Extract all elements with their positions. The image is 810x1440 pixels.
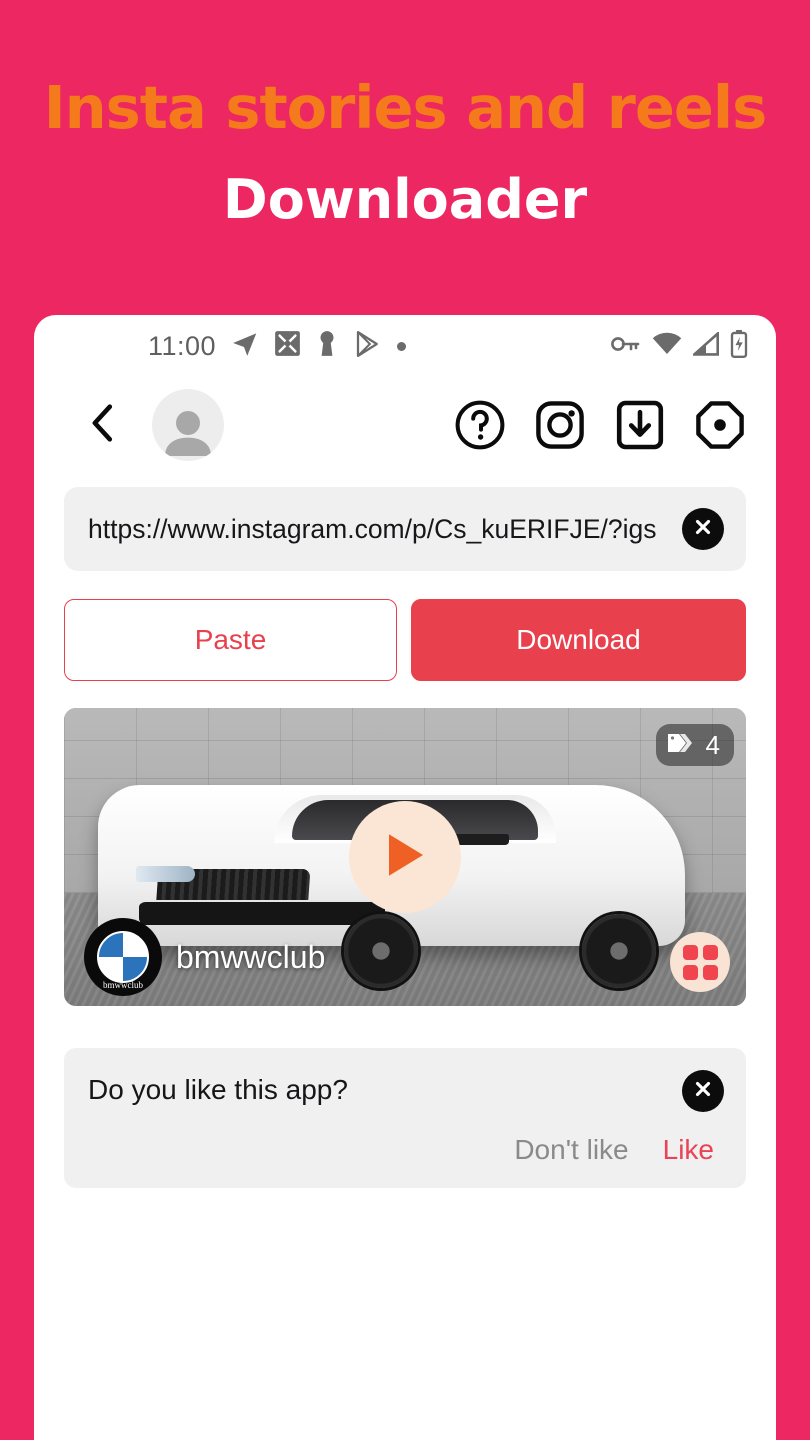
clear-url-button[interactable]	[682, 508, 724, 550]
car-headlight	[136, 865, 195, 882]
media-author: bmwwclub bmwwclub	[84, 918, 325, 996]
vpn-key-icon	[611, 333, 641, 360]
phone-screen: 11:00 https://www.instagram.com/p/Cs_kuE…	[34, 315, 776, 1440]
close-circle-icon	[692, 516, 714, 543]
tag-icon	[666, 730, 696, 761]
rating-prompt-card: Do you like this app? Don't like Like	[64, 1048, 746, 1188]
grid-square	[702, 964, 718, 980]
help-icon[interactable]	[454, 399, 506, 451]
media-count-label: 4	[705, 729, 720, 760]
avatar[interactable]	[152, 389, 224, 461]
grid-square	[682, 944, 698, 960]
like-button[interactable]: Like	[663, 1134, 714, 1166]
play-store-icon	[353, 329, 383, 364]
grid-square	[682, 964, 698, 980]
dont-like-button[interactable]: Don't like	[514, 1134, 628, 1166]
grid-square	[702, 944, 718, 960]
play-icon	[381, 829, 429, 886]
url-input-container[interactable]: https://www.instagram.com/p/Cs_kuERIFJE/…	[64, 487, 746, 571]
status-bar-right	[611, 329, 748, 363]
telegram-icon	[230, 329, 260, 364]
back-chevron-icon	[88, 403, 118, 447]
bmw-logo-icon: bmwwclub	[84, 918, 162, 996]
download-icon[interactable]	[614, 399, 666, 451]
rating-question: Do you like this app?	[88, 1074, 348, 1105]
url-input[interactable]: https://www.instagram.com/p/Cs_kuERIFJE/…	[88, 514, 672, 545]
close-circle-icon	[692, 1078, 714, 1105]
dot-icon	[397, 341, 407, 351]
app-bar-actions	[454, 399, 746, 451]
media-author-name: bmwwclub	[176, 938, 326, 975]
action-buttons: Paste Download	[64, 599, 746, 681]
car-rear-wheel	[582, 914, 657, 989]
media-count-badge: 4	[655, 724, 734, 766]
keyhole-icon	[315, 330, 339, 363]
user-avatar-placeholder-icon	[162, 408, 214, 461]
download-button[interactable]: Download	[411, 599, 746, 681]
promo-title-line1: Insta stories and reels	[43, 73, 768, 142]
battery-charging-icon	[730, 329, 748, 363]
status-bar: 11:00	[34, 315, 776, 377]
cellular-signal-icon	[690, 330, 719, 361]
app-icon	[274, 330, 301, 362]
app-bar	[34, 377, 776, 473]
wifi-icon	[652, 332, 682, 361]
rating-close-button[interactable]	[682, 1070, 724, 1112]
car-front-wheel	[343, 914, 418, 989]
instagram-icon[interactable]	[534, 399, 586, 451]
status-bar-clock: 11:00	[148, 330, 217, 361]
play-button[interactable]	[349, 801, 461, 913]
media-preview-card[interactable]: 4 bmwwclub bmwwclub	[64, 708, 746, 1006]
back-button[interactable]	[82, 403, 124, 447]
carousel-grid-icon	[682, 944, 718, 980]
status-bar-left: 11:00	[148, 329, 407, 364]
promo-title-line2: Downloader	[222, 168, 588, 231]
carousel-grid-button[interactable]	[670, 932, 730, 992]
url-row: https://www.instagram.com/p/Cs_kuERIFJE/…	[64, 487, 746, 571]
bmw-logo-caption: bmwwclub	[103, 980, 143, 990]
bmw-roundel	[97, 931, 149, 983]
settings-icon[interactable]	[694, 399, 746, 451]
paste-button[interactable]: Paste	[64, 599, 397, 681]
promo-header: Insta stories and reels Downloader	[0, 0, 810, 227]
rating-actions: Don't like Like	[88, 1134, 722, 1166]
